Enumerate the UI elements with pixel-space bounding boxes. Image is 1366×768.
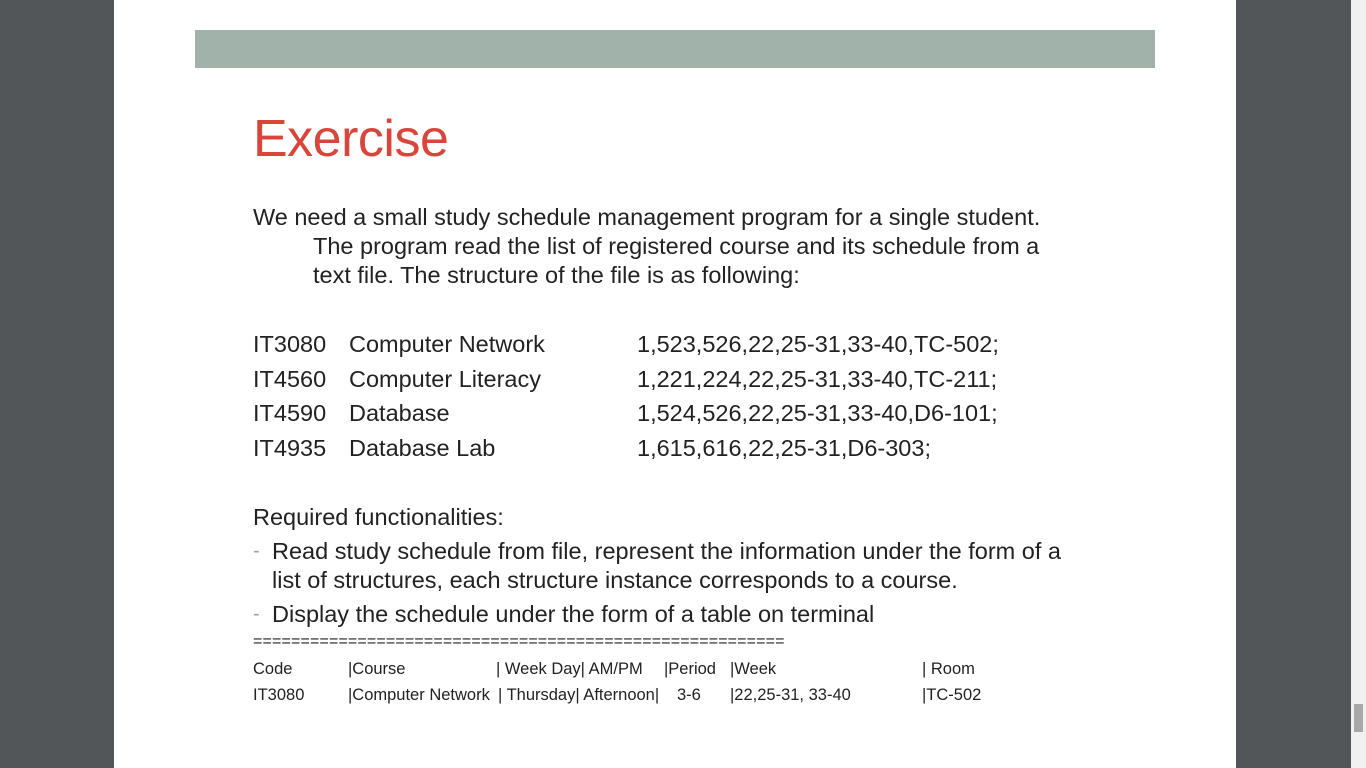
header-room: | Room bbox=[922, 660, 975, 678]
header-period: |Period bbox=[664, 660, 716, 678]
course-schedule: 1,524,526,22,25-31,33-40,D6-101; bbox=[637, 400, 998, 427]
course-schedule: 1,523,526,22,25-31,33-40,TC-502; bbox=[637, 331, 999, 357]
cell-code: IT3080 bbox=[253, 686, 305, 704]
course-code: IT3080 bbox=[253, 331, 327, 357]
bullet-text: Read study schedule from file, represent… bbox=[272, 538, 1061, 593]
cell-period: 3-6 bbox=[677, 686, 701, 704]
intro-paragraph: We need a small study schedule managemen… bbox=[253, 203, 1083, 290]
cell-week-day: | Thursday| Afternoon| bbox=[498, 686, 660, 704]
slide-page: Exercise We need a small study schedule … bbox=[114, 0, 1236, 768]
course-code: IT4590 bbox=[253, 400, 327, 427]
course-name: Database Lab bbox=[349, 434, 496, 461]
course-name: Computer Network bbox=[349, 331, 545, 357]
header-week-day: | Week Day| AM/PM bbox=[496, 660, 643, 678]
scrollbar-thumb[interactable] bbox=[1354, 704, 1363, 732]
course-schedule: 1,221,224,22,25-31,33-40,TC-211; bbox=[637, 365, 998, 392]
cell-room: |TC-502 bbox=[922, 686, 982, 704]
bullet-dash: - bbox=[253, 540, 260, 562]
list-item: - Display the schedule under the form of… bbox=[253, 600, 1093, 629]
vertical-scrollbar[interactable] bbox=[1351, 0, 1366, 768]
table-separator: ========================================… bbox=[253, 633, 785, 650]
course-name: Computer Literacy bbox=[349, 365, 541, 392]
bullet-text: Display the schedule under the form of a… bbox=[272, 601, 875, 627]
cell-course: |Computer Network bbox=[348, 686, 490, 704]
requirements-heading: Required functionalities: bbox=[253, 504, 504, 530]
slide-title: Exercise bbox=[253, 110, 449, 168]
course-code: IT4560 bbox=[253, 365, 327, 392]
bullet-dash: - bbox=[253, 603, 260, 625]
cell-week: |22,25-31, 33-40 bbox=[730, 686, 851, 704]
requirements-list: - Read study schedule from file, represe… bbox=[253, 537, 1093, 634]
intro-line-1: We need a small study schedule managemen… bbox=[253, 204, 1041, 230]
course-name: Database bbox=[349, 400, 450, 427]
header-code: Code bbox=[253, 660, 293, 678]
course-schedule: 1,615,616,22,25-31,D6-303; bbox=[637, 434, 931, 461]
pdf-viewer: Exercise We need a small study schedule … bbox=[0, 0, 1366, 768]
list-item: - Read study schedule from file, represe… bbox=[253, 537, 1093, 595]
intro-continuation: The program read the list of registered … bbox=[313, 233, 1040, 288]
header-course: |Course bbox=[348, 660, 406, 678]
course-code: IT4935 bbox=[253, 434, 327, 461]
header-banner bbox=[195, 30, 1155, 68]
header-week: |Week bbox=[730, 660, 777, 678]
